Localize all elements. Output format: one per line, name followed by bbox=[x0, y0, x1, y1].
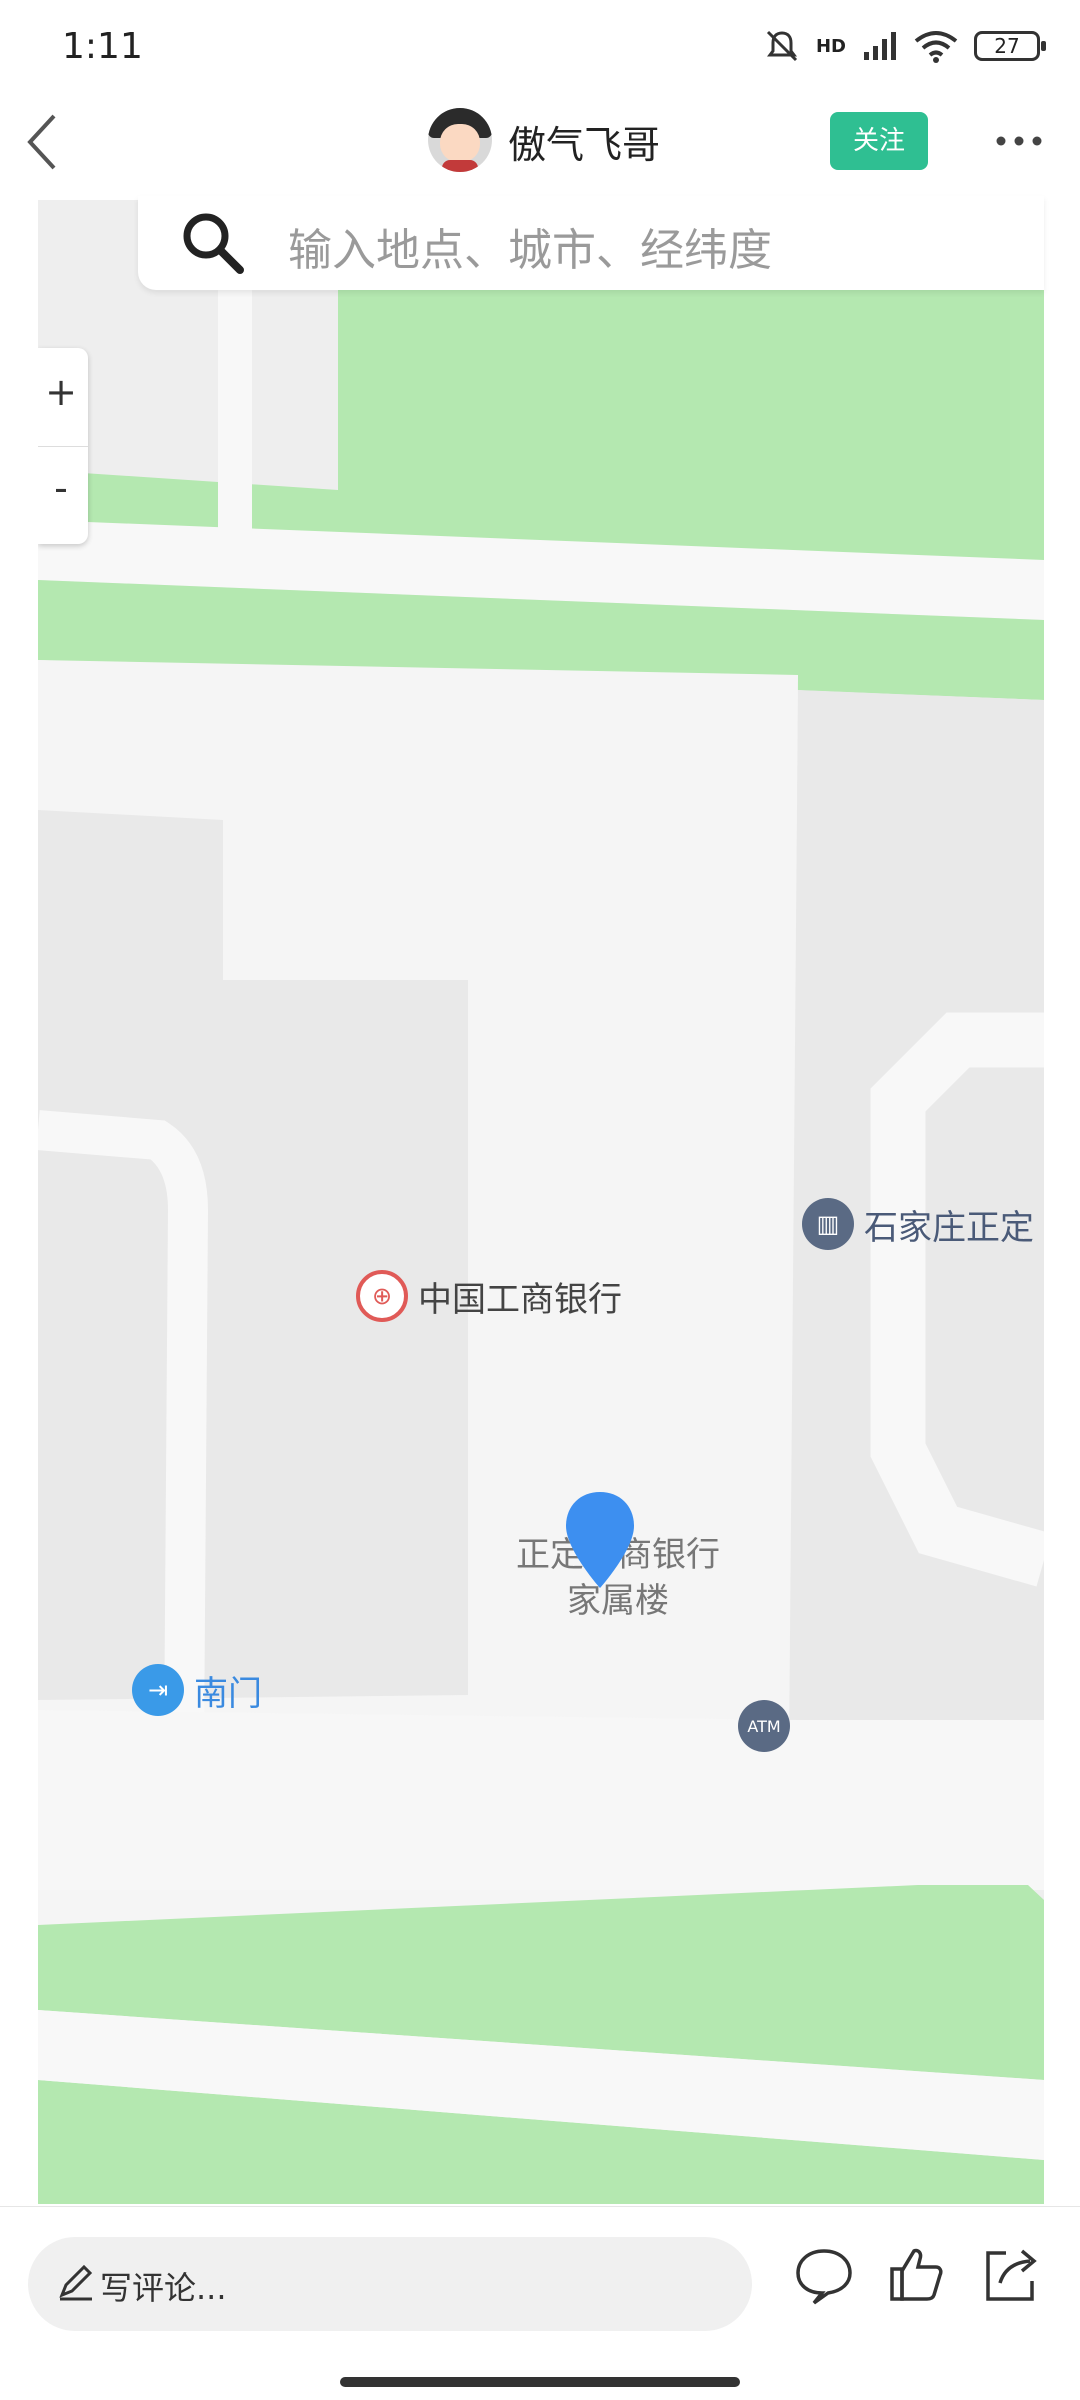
map-view[interactable]: + - ⊕ 中国工商银行 ▥ 石家庄正定 ⇥ 南门 ATM 正定工商银行 家属楼 bbox=[38, 200, 1044, 2204]
poi-south-gate[interactable]: ⇥ 南门 bbox=[132, 1664, 262, 1716]
poi-atm[interactable]: ATM bbox=[738, 1700, 790, 1752]
map-search-bar[interactable]: 输入地点、城市、经纬度 bbox=[138, 196, 1044, 290]
government-building-icon: ▥ bbox=[802, 1198, 854, 1250]
chevron-left-icon bbox=[27, 114, 56, 170]
top-nav: 傲气飞哥 关注 bbox=[0, 100, 1080, 200]
comment-icon[interactable] bbox=[792, 2243, 856, 2307]
zoom-out-button[interactable]: - bbox=[38, 466, 84, 510]
wifi-icon bbox=[914, 31, 958, 63]
more-button[interactable] bbox=[994, 116, 1044, 176]
status-icons: HD 27 bbox=[764, 28, 1046, 64]
bottom-action-bar: 写评论... bbox=[0, 2206, 1080, 2400]
battery-icon: 27 bbox=[974, 31, 1046, 61]
zoom-control: + - bbox=[38, 348, 88, 544]
zoom-in-button[interactable]: + bbox=[38, 370, 84, 414]
username[interactable]: 傲气飞哥 bbox=[508, 114, 660, 169]
poi-icbc-label: 中国工商银行 bbox=[418, 1279, 622, 1320]
network-type: HD bbox=[815, 35, 846, 57]
status-time: 1:11 bbox=[62, 26, 143, 67]
comment-placeholder: 写评论... bbox=[100, 2269, 227, 2307]
follow-button[interactable]: 关注 bbox=[830, 112, 928, 170]
poi-icbc[interactable]: ⊕ 中国工商银行 bbox=[356, 1270, 622, 1322]
location-pin-icon[interactable] bbox=[564, 1490, 636, 1590]
like-icon[interactable] bbox=[884, 2243, 948, 2307]
poi-shijiazhuang[interactable]: ▥ 石家庄正定 bbox=[802, 1198, 1034, 1250]
gate-icon: ⇥ bbox=[132, 1664, 184, 1716]
pencil-icon bbox=[59, 2264, 93, 2301]
search-placeholder[interactable]: 输入地点、城市、经纬度 bbox=[288, 214, 772, 278]
share-icon[interactable] bbox=[978, 2243, 1042, 2307]
atm-icon: ATM bbox=[738, 1700, 790, 1752]
search-icon bbox=[183, 213, 244, 274]
signal-icon bbox=[864, 32, 896, 60]
bank-logo-icon: ⊕ bbox=[356, 1270, 408, 1322]
avatar[interactable] bbox=[428, 108, 492, 172]
poi-shijiazhuang-label: 石家庄正定 bbox=[864, 1207, 1034, 1248]
home-indicator bbox=[340, 2377, 740, 2387]
mute-bell-icon bbox=[766, 30, 798, 62]
status-bar: 1:11 HD 27 bbox=[0, 0, 1080, 100]
more-horizontal-icon bbox=[996, 136, 1042, 146]
poi-south-gate-label: 南门 bbox=[194, 1673, 262, 1714]
back-button[interactable] bbox=[22, 110, 62, 185]
comment-input[interactable]: 写评论... bbox=[28, 2237, 752, 2331]
